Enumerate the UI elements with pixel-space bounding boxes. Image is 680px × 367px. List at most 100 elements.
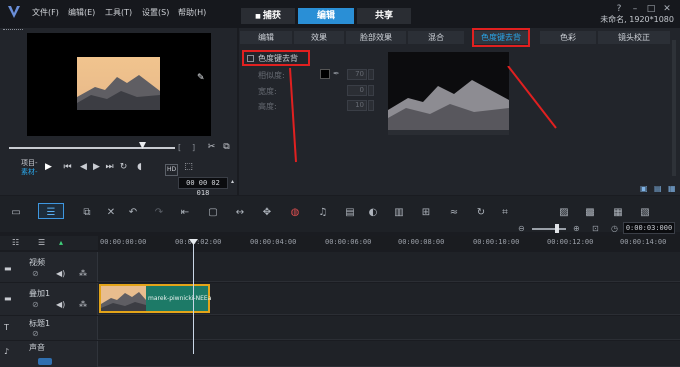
prev-frame-icon[interactable]: ◀ (78, 162, 89, 173)
track-manager-icon[interactable]: ⧉ (80, 207, 94, 219)
tool-c-icon[interactable]: ▦ (611, 207, 625, 219)
panel-icon-b[interactable]: ▤ (654, 184, 662, 194)
mute-icon[interactable]: ◀) (56, 300, 65, 310)
tool-b-icon[interactable]: ▩ (583, 207, 597, 219)
fit-icon[interactable]: ⇤ (178, 207, 192, 219)
menu-edit[interactable]: 编辑(E) (68, 7, 95, 18)
split-screen-icon[interactable]: ⊞ (419, 207, 433, 219)
fullscreen-icon[interactable]: ⬚ (183, 162, 194, 173)
zoom-in-icon[interactable]: ⊕ (573, 224, 580, 234)
add-track-icon[interactable]: ▴ (59, 238, 63, 248)
tool-a-icon[interactable]: ▨ (557, 207, 571, 219)
quality-hd[interactable]: HD (165, 164, 179, 176)
subtitle-icon[interactable]: ▤ (343, 207, 357, 219)
edit-pen-icon[interactable]: ✎ (197, 73, 205, 83)
motion-icon[interactable]: ✥ (260, 207, 274, 219)
link-icon[interactable]: ⊘ (32, 269, 39, 279)
end-icon[interactable]: ⏭ (104, 162, 115, 173)
height-label: 高度: (258, 102, 277, 111)
ruler-tick: 00:00:08:00 (398, 238, 445, 246)
copy-icon[interactable]: ⧉ (221, 142, 232, 153)
speed-icon[interactable]: ≈ (447, 207, 461, 219)
track-video (0, 252, 680, 282)
tab-effects[interactable]: 效果 (294, 31, 344, 44)
next-frame-icon[interactable]: ▶ (91, 162, 102, 173)
link-icon[interactable]: ⊘ (32, 329, 39, 339)
timeline-view-icon[interactable]: ☰ (44, 207, 58, 219)
mark-in-icon[interactable]: [ (178, 143, 181, 153)
menu-settings[interactable]: 设置(S) (142, 7, 169, 18)
track-list-icon[interactable]: ☷ (12, 238, 19, 248)
project-info: 未命名, 1920*1080 (600, 15, 674, 24)
menu-file[interactable]: 文件(F) (32, 7, 59, 18)
chroma-tab-highlight (472, 28, 530, 47)
undo-icon[interactable]: ↶ (126, 207, 140, 219)
audio-toggle[interactable] (38, 358, 52, 365)
player-timecode[interactable]: 00 00 02 018 (178, 177, 228, 197)
split-icon[interactable]: ✂ (206, 142, 217, 153)
menubar: 文件(F) 编辑(E) 工具(T) 设置(S) 帮助(H) ■ 捕获 编辑 共享… (0, 0, 680, 28)
fit-project-icon[interactable]: ⊡ (592, 224, 599, 234)
preview-image (77, 57, 160, 110)
track-name: 声音 (29, 343, 45, 352)
panel-icon-c[interactable]: ▦ (668, 184, 676, 194)
link-icon[interactable]: ⊘ (32, 300, 39, 310)
repeat-icon[interactable]: ↻ (118, 162, 129, 173)
color-icon[interactable]: ◍ (288, 207, 302, 219)
tab-edit-options[interactable]: 编辑 (240, 31, 292, 44)
tab-lens-correction[interactable]: 镜头校正 (598, 31, 670, 44)
tool-d-icon[interactable]: ▧ (638, 207, 652, 219)
menu-tools[interactable]: 工具(T) (105, 7, 132, 18)
zoom-handle[interactable] (555, 224, 559, 233)
ruler-tick: 00:00:00:00 (100, 238, 147, 246)
mute-icon[interactable]: ◀) (56, 269, 65, 279)
ruler-tick: 00:00:12:00 (547, 238, 594, 246)
redo-icon[interactable]: ↷ (152, 207, 166, 219)
timecode-spin-icon[interactable]: ▴ (231, 177, 234, 187)
play-icon[interactable]: ▶ (43, 162, 54, 173)
width-label: 宽度: (258, 87, 277, 96)
tab-face-effects[interactable]: 脸部效果 (346, 31, 406, 44)
ruler-tick: 00:00:04:00 (250, 238, 297, 246)
zoom-out-icon[interactable]: ⊖ (518, 224, 525, 234)
overlay-track-icon: ▬ (4, 294, 12, 303)
annotation-arrows (289, 66, 557, 163)
clip-thumbnail (101, 286, 146, 311)
zoom-slider[interactable] (532, 228, 566, 230)
app-logo-icon (8, 6, 20, 18)
stabilize-icon[interactable]: ↻ (474, 207, 488, 219)
tab-capture[interactable]: ■ 捕获 (241, 8, 295, 24)
mode-clip[interactable]: 素材- (21, 167, 38, 177)
audio-track-icon: ♪ (4, 347, 10, 356)
tab-edit[interactable]: 编辑 (298, 8, 354, 24)
zoom-timecode[interactable]: 0:00:03:000 (623, 222, 675, 234)
grid-icon[interactable]: ⁂ (79, 300, 87, 310)
grid-icon[interactable]: ⁂ (79, 269, 87, 279)
tools-icon[interactable]: ✕ (104, 207, 118, 219)
tab-share[interactable]: 共享 (357, 8, 411, 24)
checkbox-highlight (242, 50, 310, 66)
track-name: 标题1 (29, 319, 51, 328)
panel-icon-a[interactable]: ▣ (640, 184, 648, 194)
crop-icon[interactable]: ⌗ (498, 207, 512, 219)
title-icon[interactable]: ▥ (392, 207, 406, 219)
track-name: 视频 (29, 258, 45, 267)
tab-blend[interactable]: 混合 (408, 31, 464, 44)
home-icon[interactable]: ⏮ (62, 162, 73, 173)
mark-out-icon[interactable]: ] (192, 143, 195, 153)
storyboard-view-icon[interactable]: ▭ (9, 207, 23, 219)
options-scrollbar[interactable] (672, 40, 676, 176)
playhead-line[interactable] (193, 242, 194, 354)
track-sort-icon[interactable]: ☰ (38, 238, 45, 248)
tab-color[interactable]: 色彩 (540, 31, 596, 44)
scrub-bar[interactable] (9, 147, 175, 149)
mask-icon[interactable]: ◐ (366, 207, 380, 219)
track-audio (0, 341, 680, 367)
audio-mix-icon[interactable]: ♫ (316, 207, 330, 219)
menu-help[interactable]: 帮助(H) (178, 7, 206, 18)
trim-icon[interactable]: ↔ (233, 207, 247, 219)
record-icon[interactable]: ▢ (206, 207, 220, 219)
similarity-label: 相似度: (258, 71, 285, 80)
track-name: 叠加1 (29, 289, 51, 298)
volume-icon[interactable]: ◖ (134, 162, 145, 173)
